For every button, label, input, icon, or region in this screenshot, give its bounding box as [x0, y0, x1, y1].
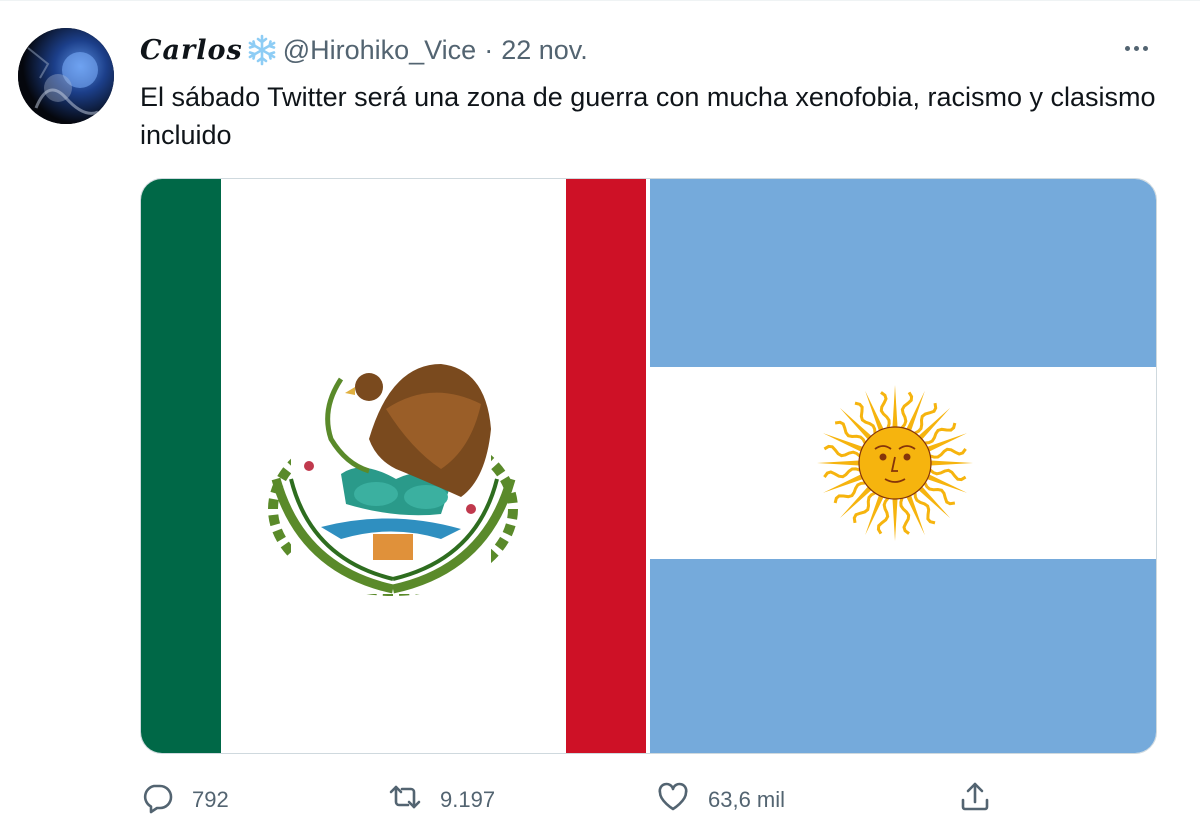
- avatar[interactable]: [18, 28, 114, 124]
- sun-of-may-icon: [817, 385, 973, 541]
- like-button[interactable]: 63,6 mil: [656, 778, 785, 822]
- tweet-actions: 792 9.197 63,6 mil: [140, 778, 1160, 822]
- tweet-date[interactable]: 22 nov.: [501, 35, 588, 66]
- reply-count: 792: [192, 787, 229, 812]
- share-button[interactable]: [958, 778, 992, 822]
- heart-icon: [656, 780, 690, 820]
- more-dot-icon: [1142, 45, 1148, 51]
- tweet-card[interactable]: Carlos @Hirohiko_Vice · 22 nov. El sábad…: [0, 0, 1200, 830]
- reply-icon: [140, 780, 174, 820]
- user-handle[interactable]: @Hirohiko_Vice: [283, 35, 477, 66]
- tweet-media[interactable]: [140, 178, 1157, 754]
- more-dot-icon: [1124, 45, 1130, 51]
- like-count: 63,6 mil: [708, 787, 786, 812]
- share-icon: [958, 780, 992, 820]
- more-options-button[interactable]: [1116, 36, 1156, 60]
- tweet-text: El sábado Twitter será una zona de guerr…: [140, 82, 1156, 150]
- display-name[interactable]: Carlos: [140, 35, 243, 66]
- separator-dot: ·: [484, 34, 494, 65]
- reply-button[interactable]: 792: [140, 778, 229, 822]
- more-dot-icon: [1133, 45, 1139, 51]
- mexican-coat-of-arms-icon: [268, 364, 518, 596]
- flag-of-mexico[interactable]: [141, 179, 646, 753]
- snowflake-icon: [245, 33, 279, 67]
- flag-of-argentina[interactable]: [650, 179, 1156, 753]
- retweet-count: 9.197: [440, 787, 496, 812]
- retweet-icon: [388, 780, 422, 820]
- divider: [0, 0, 1200, 1]
- retweet-button[interactable]: 9.197: [388, 778, 495, 822]
- tweet-header: Carlos @Hirohiko_Vice · 22 nov.: [140, 30, 588, 70]
